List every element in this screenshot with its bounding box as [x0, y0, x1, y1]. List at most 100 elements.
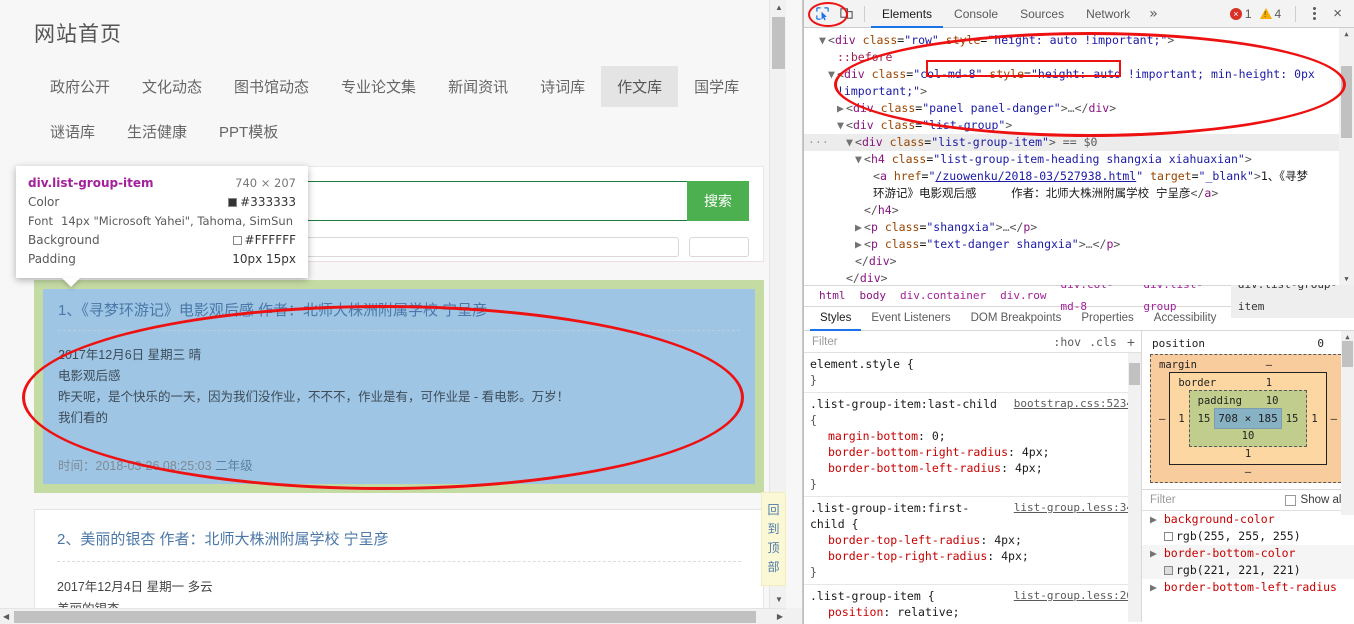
expand-icon-1[interactable]: ▶: [1150, 546, 1157, 560]
nav-item-zuowenku-active[interactable]: 作文库: [601, 66, 678, 107]
show-all-checkbox-icon[interactable]: [1285, 495, 1296, 506]
computed-scroll-thumb[interactable]: [1342, 341, 1353, 367]
margin-bottom-value[interactable]: –: [1155, 465, 1341, 478]
disclosure-triangle-icon[interactable]: ▶: [855, 236, 864, 253]
error-icon[interactable]: ×: [1230, 8, 1242, 20]
disclosure-triangle-icon[interactable]: ▼: [819, 32, 828, 49]
list-group-item-highlighted[interactable]: 1、《寻梦环游记》电影观后感 作者：北师大株洲附属学校 宁呈彦 2017年12月…: [43, 289, 755, 484]
dom-line-12[interactable]: ▶<p class="text-danger shangxia">…</p>: [804, 236, 1354, 253]
subtab-styles[interactable]: Styles: [810, 307, 861, 331]
margin-top-value[interactable]: –: [1197, 359, 1341, 371]
rule2-prop-1[interactable]: border-top-right-radius: 4px;: [810, 548, 1141, 564]
styles-scroll-thumb[interactable]: [1129, 363, 1140, 385]
disclosure-triangle-icon[interactable]: ▼: [828, 66, 837, 83]
computed-prop-1[interactable]: ▶ border-bottom-color: [1142, 545, 1354, 562]
scroll-left-arrow-icon[interactable]: ◀: [3, 613, 9, 621]
subtab-dom-breakpoints[interactable]: DOM Breakpoints: [961, 307, 1072, 331]
dom-line-9[interactable]: 环游记》电影观后感 作者：北师大株洲附属学校 宁呈彦</a>: [804, 185, 1354, 202]
filter-field-b[interactable]: [689, 237, 749, 257]
expand-icon-2[interactable]: ▶: [1150, 580, 1157, 594]
new-style-rule-button[interactable]: +: [1121, 334, 1141, 350]
css-rule-element-style[interactable]: element.style { }: [804, 353, 1141, 393]
dom-line-7[interactable]: ▼<h4 class="list-group-item-heading shan…: [804, 151, 1354, 168]
warning-icon[interactable]: [1260, 8, 1272, 19]
hov-toggle[interactable]: :hov: [1049, 335, 1085, 349]
margin-right-value[interactable]: –: [1327, 413, 1341, 425]
styles-filter-input[interactable]: Filter: [804, 336, 1049, 348]
box-border[interactable]: border 1 1: [1169, 372, 1326, 465]
article2-title-link[interactable]: 2、美丽的银杏 作者：北师大株洲附属学校 宁呈彦: [57, 528, 741, 562]
nav2-item-0[interactable]: 谜语库: [34, 111, 111, 152]
css-rule-first-child[interactable]: .list-group-item:first- list-group.less:…: [804, 497, 1141, 585]
device-toolbar-icon[interactable]: [834, 3, 858, 25]
breadcrumb-row[interactable]: div.row: [993, 285, 1053, 307]
dom-line-4[interactable]: ▶<div class="panel panel-danger">…</div>: [804, 100, 1354, 117]
padding-left-value[interactable]: 15: [1194, 413, 1215, 425]
rule1-source-link[interactable]: bootstrap.css:5234: [1014, 396, 1133, 412]
breadcrumb-html[interactable]: html: [812, 285, 853, 307]
inspect-cursor-icon[interactable]: [810, 3, 834, 25]
cls-toggle[interactable]: .cls: [1085, 335, 1121, 349]
rule1-prop-0[interactable]: margin-bottom: 0;: [810, 428, 1141, 444]
computed-filter-input[interactable]: Filter: [1142, 494, 1285, 506]
tab-elements[interactable]: Elements: [871, 0, 943, 28]
article-grade-link[interactable]: 二年级: [215, 459, 253, 473]
scroll-up-arrow-icon[interactable]: ▲: [775, 4, 783, 12]
css-rule-last-child[interactable]: .list-group-item:last-child bootstrap.cs…: [804, 393, 1141, 497]
tab-sources[interactable]: Sources: [1009, 0, 1075, 28]
nav-item-2[interactable]: 图书馆动态: [218, 66, 325, 107]
dom-scroll-down-icon[interactable]: ▼: [1339, 275, 1354, 283]
dom-tree[interactable]: ▼<div class="row" style="height: auto !i…: [804, 28, 1354, 285]
computed-prop-0[interactable]: ▶ background-color: [1142, 511, 1354, 528]
disclosure-triangle-icon[interactable]: ▼: [846, 134, 855, 151]
css-rule-list-group-item[interactable]: .list-group-item { list-group.less:26 po…: [804, 585, 1141, 622]
search-button[interactable]: 搜索: [687, 181, 749, 221]
padding-top-value[interactable]: 10: [1242, 395, 1302, 407]
padding-right-value[interactable]: 15: [1282, 413, 1303, 425]
page-vscroll-thumb[interactable]: [772, 17, 785, 69]
nav2-item-1[interactable]: 生活健康: [111, 111, 203, 152]
page-hscroll-thumb[interactable]: [14, 611, 756, 623]
dom-line-13[interactable]: </div>: [804, 253, 1354, 270]
disclosure-triangle-icon[interactable]: ▶: [837, 100, 846, 117]
tab-console[interactable]: Console: [943, 0, 1009, 28]
rule3-prop-1[interactable]: display: block;: [810, 620, 1141, 622]
tab-network[interactable]: Network: [1075, 0, 1141, 28]
styles-scrollbar[interactable]: [1128, 353, 1141, 622]
rule3-source-link[interactable]: list-group.less:26: [1014, 588, 1133, 604]
disclosure-triangle-icon[interactable]: ▼: [837, 117, 846, 134]
dom-line-5[interactable]: ▼<div class="list-group">: [804, 117, 1354, 134]
nav-item-1[interactable]: 文化动态: [126, 66, 218, 107]
kebab-menu-icon[interactable]: [1305, 7, 1324, 20]
nav2-item-2[interactable]: PPT模板: [203, 111, 294, 152]
article-title-link[interactable]: 1、《寻梦环游记》电影观后感 作者：北师大株洲附属学校 宁呈彦: [58, 299, 740, 331]
box-content-size[interactable]: 708 × 185: [1214, 408, 1281, 429]
list-group-item-2[interactable]: 2、美丽的银杏 作者：北师大株洲附属学校 宁呈彦 2017年12月4日 星期一 …: [34, 509, 764, 608]
dom-scroll-thumb[interactable]: [1341, 66, 1352, 138]
rule2-prop-0[interactable]: border-top-left-radius: 4px;: [810, 532, 1141, 548]
dom-tree-scrollbar[interactable]: ▲ ▼: [1339, 28, 1354, 285]
computed-prop-2[interactable]: ▶ border-bottom-left-radius: [1142, 579, 1354, 596]
dom-line-6[interactable]: ···▼<div class="list-group-item"> == $0: [804, 134, 1354, 151]
nav-item-0[interactable]: 政府公开: [34, 66, 126, 107]
scroll-right-arrow-icon[interactable]: ▶: [777, 613, 783, 621]
dom-line-14[interactable]: </div>: [804, 270, 1354, 285]
dom-scroll-up-icon[interactable]: ▲: [1339, 28, 1354, 38]
padding-bottom-value[interactable]: 10: [1194, 429, 1303, 442]
breadcrumb-container[interactable]: div.container: [893, 285, 993, 307]
computed-scroll-up-icon[interactable]: ▲: [1341, 331, 1354, 341]
margin-left-value[interactable]: –: [1155, 413, 1169, 425]
dom-line-8[interactable]: <a href="/zuowenku/2018-03/527938.html" …: [804, 168, 1354, 185]
dom-context-dots[interactable]: ···: [808, 134, 829, 151]
box-padding[interactable]: padding 10 15 708 × 185 15: [1189, 390, 1308, 447]
box-model-scrollbar[interactable]: ▲: [1341, 331, 1354, 515]
scroll-down-arrow-icon[interactable]: ▼: [775, 596, 783, 604]
nav-item-5[interactable]: 诗词库: [524, 66, 601, 107]
disclosure-triangle-icon[interactable]: ▶: [855, 219, 864, 236]
nav-item-4[interactable]: 新闻资讯: [432, 66, 524, 107]
nav-item-7[interactable]: 国学库: [678, 66, 755, 107]
more-tabs-icon[interactable]: »: [1141, 6, 1165, 22]
close-devtools-icon[interactable]: ×: [1327, 5, 1348, 22]
box-model-diagram[interactable]: margin – – border 1: [1150, 354, 1346, 483]
expand-icon-0[interactable]: ▶: [1150, 512, 1157, 526]
